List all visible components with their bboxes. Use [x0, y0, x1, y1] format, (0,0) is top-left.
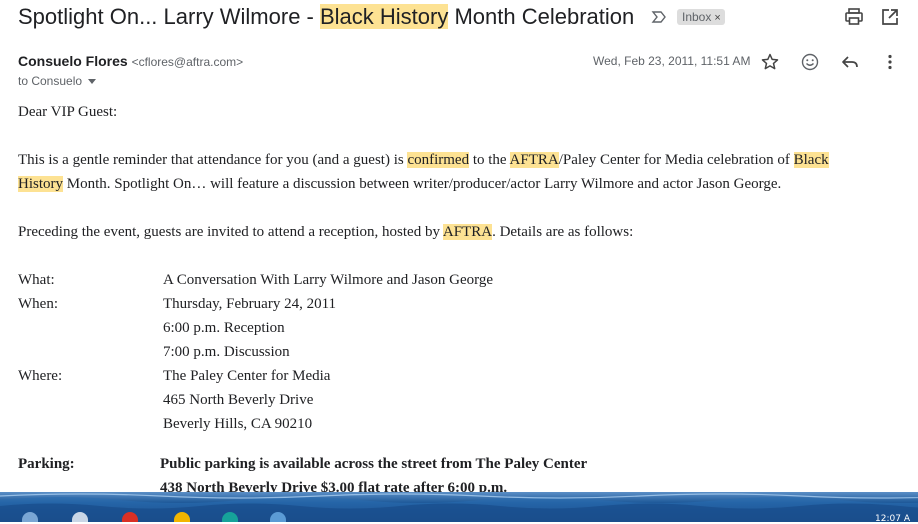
detail-value: A Conversation With Larry Wilmore and Ja…: [163, 272, 493, 288]
greeting: Dear VIP Guest:: [18, 104, 118, 120]
body-text: to the: [469, 152, 510, 168]
detail-label: When:: [18, 296, 58, 312]
sender-info: Consuelo Flores <cflores@aftra.com>: [18, 52, 243, 71]
body-text: . Details are as follows:: [492, 224, 634, 240]
detail-row-when: When: Thursday, February 24, 2011: [18, 292, 898, 316]
star-icon[interactable]: [760, 52, 780, 72]
subject-header: Spotlight On... Larry Wilmore - Black Hi…: [0, 0, 918, 36]
taskbar-clock[interactable]: 12:07 A: [875, 514, 910, 524]
search-highlight: confirmed: [407, 152, 470, 168]
inbox-label-text: Inbox: [682, 10, 712, 24]
detail-value: Public parking is available across the s…: [160, 456, 588, 472]
detail-row-where: Where: The Paley Center for Media: [18, 364, 898, 388]
taskbar-app-icon[interactable]: [222, 512, 238, 522]
detail-value: Thursday, February 24, 2011: [163, 296, 337, 312]
recipient-text: to Consuelo: [18, 74, 83, 88]
detail-value: 6:00 p.m. Reception: [163, 320, 285, 336]
sender-name: Consuelo Flores: [18, 53, 128, 69]
detail-row-parking: Parking: Public parking is available acr…: [18, 452, 898, 476]
detail-row-when-reception: 6:00 p.m. Reception: [18, 316, 898, 340]
taskbar-app-icon[interactable]: [174, 512, 190, 522]
recipient-details-toggle[interactable]: to Consuelo: [18, 73, 97, 89]
detail-value: 465 North Beverly Drive: [163, 392, 314, 408]
subject-text: Spotlight On... Larry Wilmore -: [18, 4, 320, 29]
body-text: /Paley Center for Media celebration of: [558, 152, 794, 168]
detail-row-what: What: A Conversation With Larry Wilmore …: [18, 268, 898, 292]
taskbar-app-icon[interactable]: [72, 512, 88, 522]
reply-icon[interactable]: [840, 52, 860, 72]
detail-label: Where:: [18, 368, 63, 384]
detail-label: Parking:: [18, 456, 75, 472]
email-body: Dear VIP Guest: This is a gentle reminde…: [18, 100, 898, 500]
detail-label: What:: [18, 272, 55, 288]
detail-row-where-city: Beverly Hills, CA 90210: [18, 412, 898, 436]
email-date: Wed, Feb 23, 2011, 11:51 AM: [593, 54, 751, 68]
importance-marker-icon[interactable]: [651, 9, 667, 25]
start-button-icon[interactable]: [22, 512, 38, 522]
detail-value: The Paley Center for Media: [163, 368, 331, 384]
body-text: Month. Spotlight On… will feature a disc…: [63, 176, 782, 192]
body-text: This is a gentle reminder that attendanc…: [18, 152, 408, 168]
search-highlight: Black: [793, 152, 829, 168]
add-reaction-icon[interactable]: [800, 52, 820, 72]
body-text: Preceding the event, guests are invited …: [18, 224, 443, 240]
print-icon[interactable]: [844, 7, 864, 27]
inbox-label-badge[interactable]: Inbox ×: [677, 9, 725, 25]
remove-label-icon[interactable]: ×: [714, 12, 720, 24]
detail-row-when-discussion: 7:00 p.m. Discussion: [18, 340, 898, 364]
more-vertical-icon[interactable]: [880, 52, 900, 72]
event-details: What: A Conversation With Larry Wilmore …: [18, 268, 898, 500]
reminder-paragraph: This is a gentle reminder that attendanc…: [18, 148, 898, 196]
detail-value: 7:00 p.m. Discussion: [163, 344, 290, 360]
detail-value: Beverly Hills, CA 90210: [163, 416, 313, 432]
taskbar-app-icon[interactable]: [122, 512, 138, 522]
reception-paragraph: Preceding the event, guests are invited …: [18, 220, 898, 244]
search-highlight: AFTRA: [509, 152, 559, 168]
desktop-taskbar: 12:07 A: [0, 492, 918, 524]
search-highlight: AFTRA: [442, 224, 493, 240]
taskbar-app-icon[interactable]: [270, 512, 286, 522]
subject-text-end: Month Celebration: [448, 4, 635, 29]
subject-search-highlight: Black History: [319, 4, 449, 29]
detail-row-where-street: 465 North Beverly Drive: [18, 388, 898, 412]
email-subject: Spotlight On... Larry Wilmore - Black Hi…: [18, 4, 634, 30]
chevron-down-icon[interactable]: [88, 79, 97, 85]
open-in-new-window-icon[interactable]: [880, 7, 900, 27]
search-highlight: History: [18, 176, 63, 192]
sender-email: <cflores@aftra.com>: [131, 55, 244, 69]
